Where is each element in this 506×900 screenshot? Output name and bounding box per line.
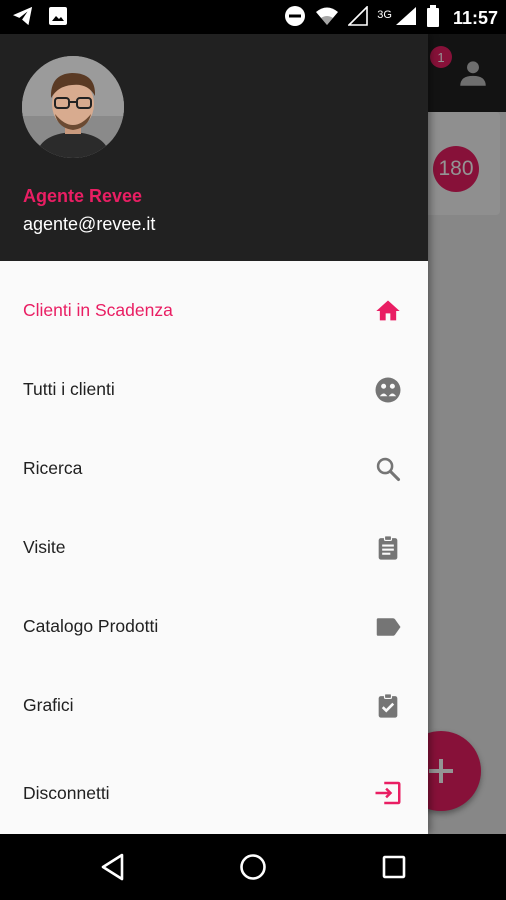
clipboard-check-icon (373, 691, 403, 721)
do-not-disturb-icon (284, 5, 306, 32)
user-email: agente@revee.it (23, 214, 156, 234)
system-nav-bar (0, 834, 506, 900)
menu-item-tutti-i-clienti[interactable]: Tutti i clienti (0, 350, 428, 429)
menu-item-label: Ricerca (23, 458, 83, 478)
telegram-icon (12, 6, 34, 31)
home-button[interactable] (236, 850, 270, 884)
navigation-drawer: Agente Revee agente@revee.it Clienti in … (0, 34, 428, 834)
home-circle-icon (240, 854, 266, 880)
network-type-label: 3G (377, 8, 392, 21)
recents-button[interactable] (377, 850, 411, 884)
menu-item-catalogo-prodotti[interactable]: Catalogo Prodotti (0, 587, 428, 666)
menu-item-grafici[interactable]: Grafici (0, 666, 428, 745)
menu-item-disconnetti[interactable]: Disconnetti (0, 745, 428, 841)
image-icon (48, 6, 68, 31)
menu-item-clienti-in-scadenza[interactable]: Clienti in Scadenza (0, 271, 428, 350)
user-name: Agente Revee (23, 186, 143, 206)
clock: 11:57 (452, 8, 498, 28)
menu-item-label: Clienti in Scadenza (23, 300, 173, 320)
drawer-menu: Clienti in Scadenza Tutti i clienti Rice… (0, 271, 428, 841)
menu-item-ricerca[interactable]: Ricerca (0, 429, 428, 508)
battery-icon (426, 5, 440, 32)
menu-item-label: Grafici (23, 695, 74, 715)
recents-icon (382, 855, 406, 879)
signal-icon (347, 5, 369, 31)
menu-item-label: Disconnetti (23, 782, 110, 803)
clients-icon (373, 375, 403, 405)
wifi-icon (315, 6, 339, 31)
logout-icon (373, 778, 403, 808)
label-tag-icon (373, 612, 403, 642)
drawer-header: Agente Revee agente@revee.it (0, 34, 428, 261)
clipboard-icon (373, 533, 403, 563)
search-icon (373, 454, 403, 484)
signal-icon (395, 6, 417, 31)
menu-item-visite[interactable]: Visite (0, 508, 428, 587)
home-icon (373, 296, 403, 326)
avatar[interactable] (22, 56, 124, 158)
back-button[interactable] (96, 850, 130, 884)
menu-item-label: Tutti i clienti (23, 379, 115, 399)
status-bar: 3G 11:57 (0, 0, 506, 34)
back-icon (101, 853, 124, 881)
menu-item-label: Catalogo Prodotti (23, 616, 159, 636)
menu-item-label: Visite (23, 537, 66, 557)
